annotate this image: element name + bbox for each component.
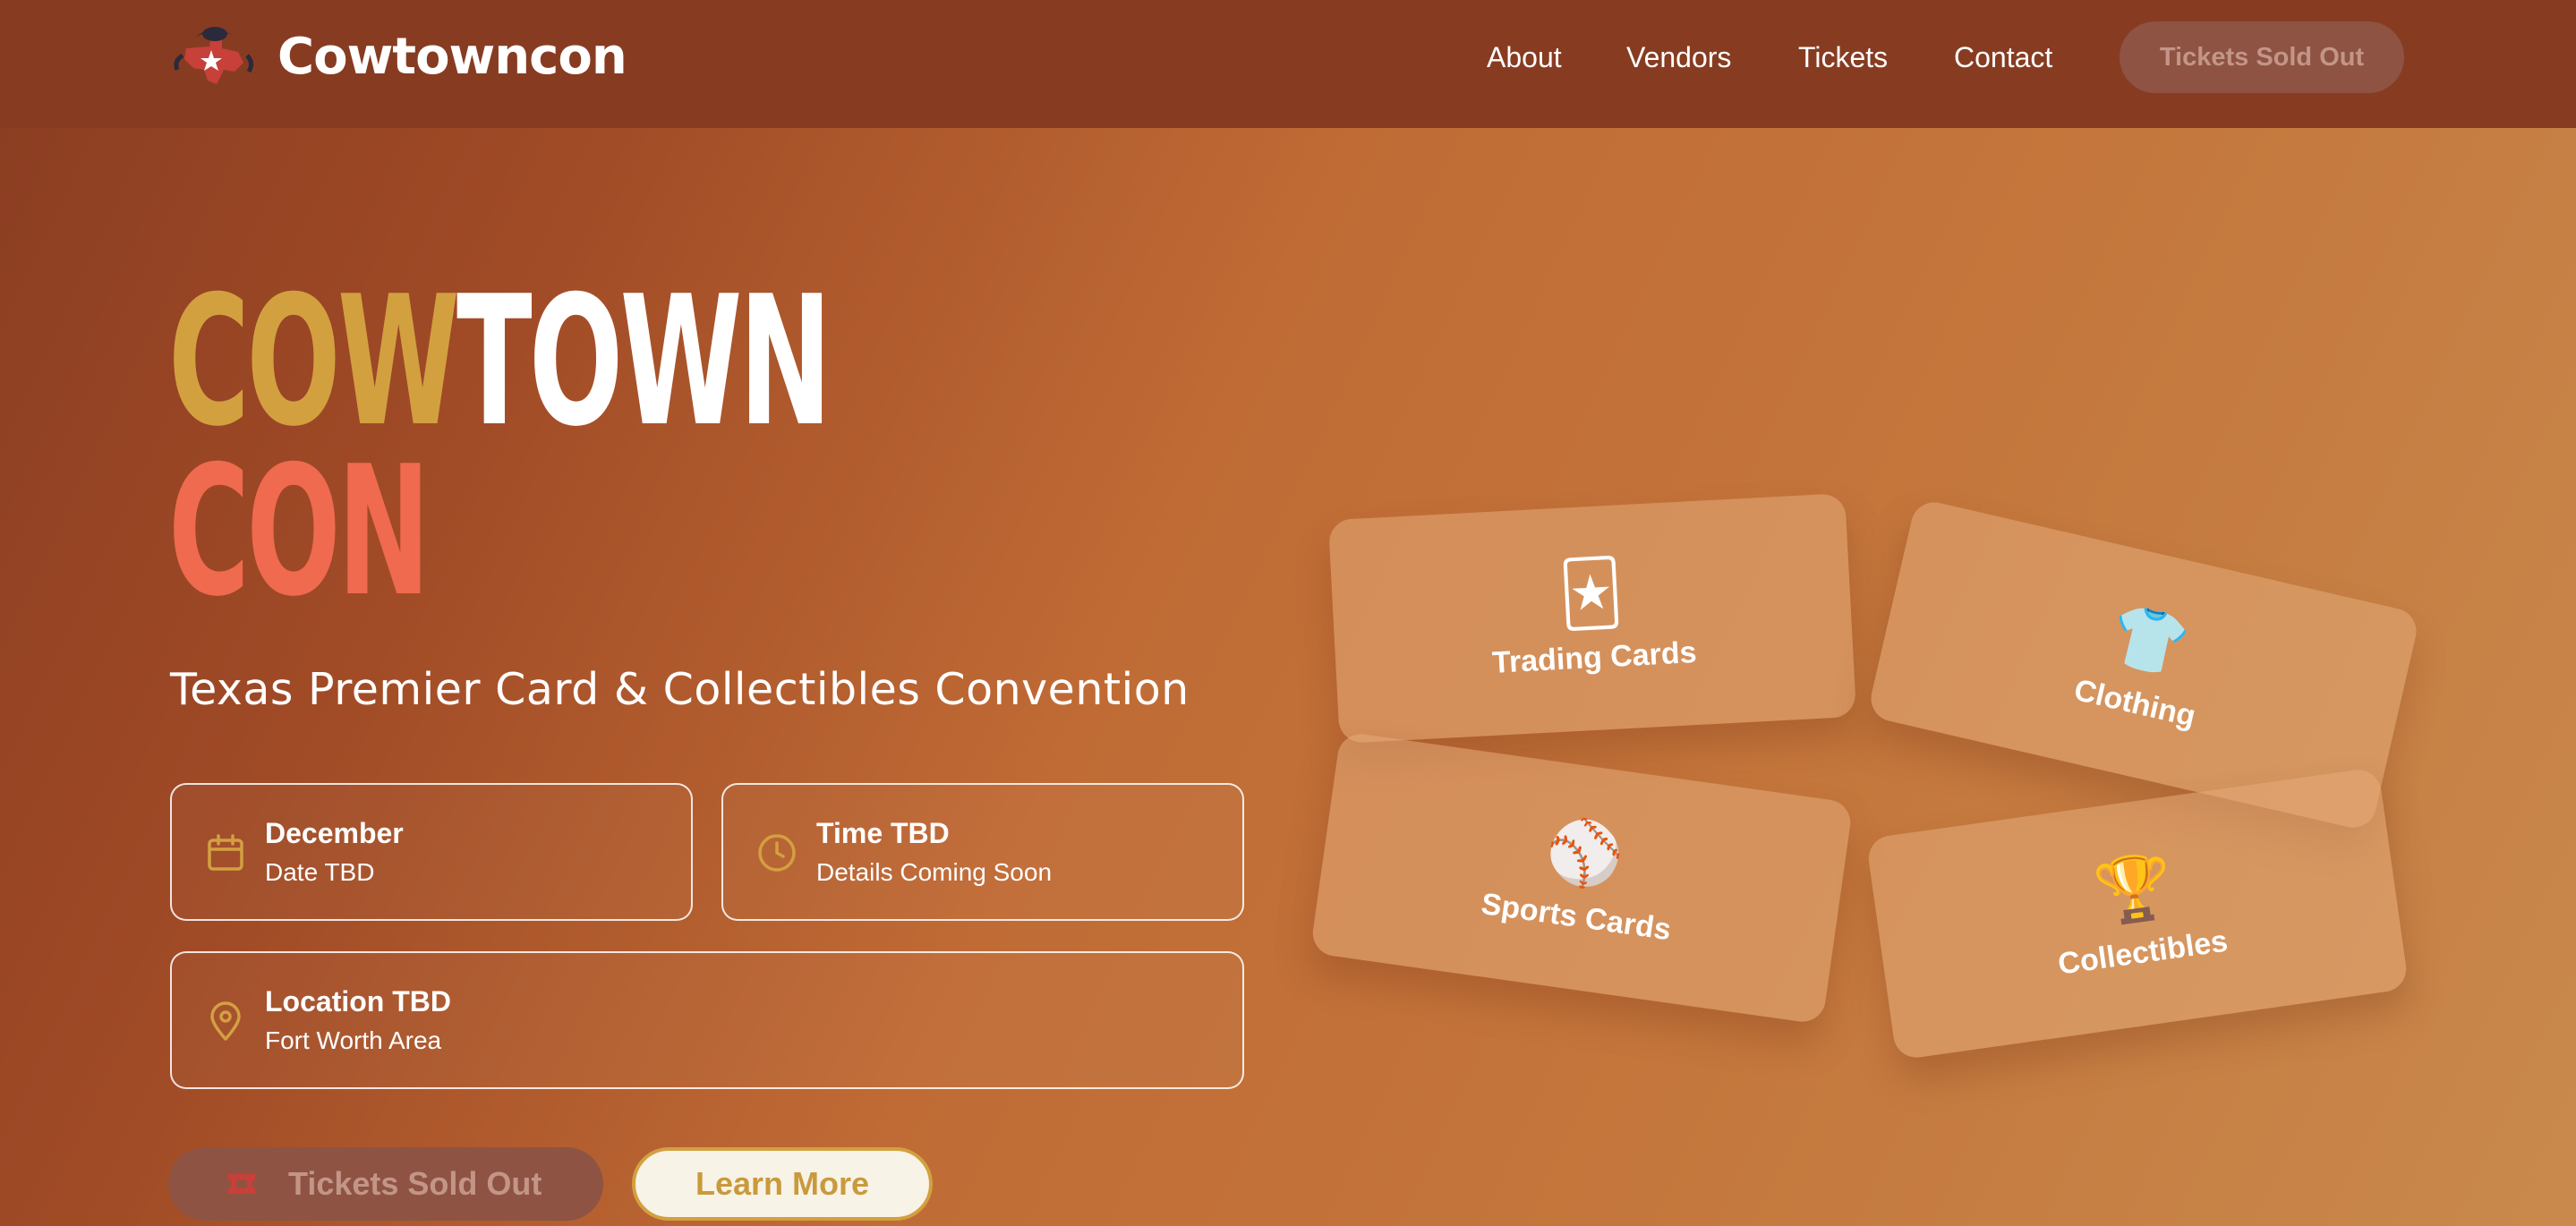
tickets-sold-out-label: Tickets Sold Out [288,1165,542,1202]
nav-tickets[interactable]: Tickets [1798,36,1888,79]
hero-title-line-1: COWTOWN [168,273,832,452]
info-time-title: Time TBD [816,817,950,849]
baseball-icon: ⚾ [1541,813,1629,893]
category-card-sports-cards[interactable]: ⚾ Sports Cards [1309,730,1854,1026]
info-date-sub: Date TBD [265,858,375,886]
map-pin-icon [210,1001,241,1041]
cowboy-texas-logo-icon[interactable] [168,16,258,91]
tickets-sold-out-button[interactable]: Tickets Sold Out [168,1147,603,1221]
info-card-time: Time TBD Details Coming Soon [721,783,1244,921]
info-time-sub: Details Coming Soon [816,858,1053,886]
learn-more-button[interactable]: Learn More [632,1147,933,1221]
nav-about[interactable]: About [1487,36,1562,79]
calendar-icon [208,834,243,871]
info-card-date: December Date TBD [170,783,693,921]
shirt-icon: 👕 [2103,597,2196,684]
info-card-location: Location TBD Fort Worth Area [170,951,1244,1089]
hero-title-town: TOWN [456,258,832,466]
nav-contact[interactable]: Contact [1954,36,2052,79]
top-navbar: Cowtowncon About Vendors Tickets Contact… [0,0,2576,128]
category-card-collectibles[interactable]: 🏆 Collectibles [1865,766,2410,1061]
playing-card-icon: 🃏 [1557,557,1625,630]
hero-title-line-2: CON [168,428,431,636]
info-location-title: Location TBD [265,985,451,1017]
info-date-title: December [265,817,404,849]
info-location-sub: Fort Worth Area [265,1026,442,1054]
brand-name[interactable]: Cowtowncon [277,21,627,93]
trophy-icon: 🏆 [2090,848,2178,929]
nav-vendors[interactable]: Vendors [1626,36,1731,79]
category-label: Trading Cards [1491,634,1698,680]
hero-subtitle: Texas Premier Card & Collectibles Conven… [170,664,1190,715]
category-card-trading-cards[interactable]: 🃏 Trading Cards [1327,493,1857,744]
clock-icon [758,834,796,872]
nav-tickets-sold-out-button[interactable]: Tickets Sold Out [2120,21,2404,93]
ticket-icon [228,1174,255,1194]
